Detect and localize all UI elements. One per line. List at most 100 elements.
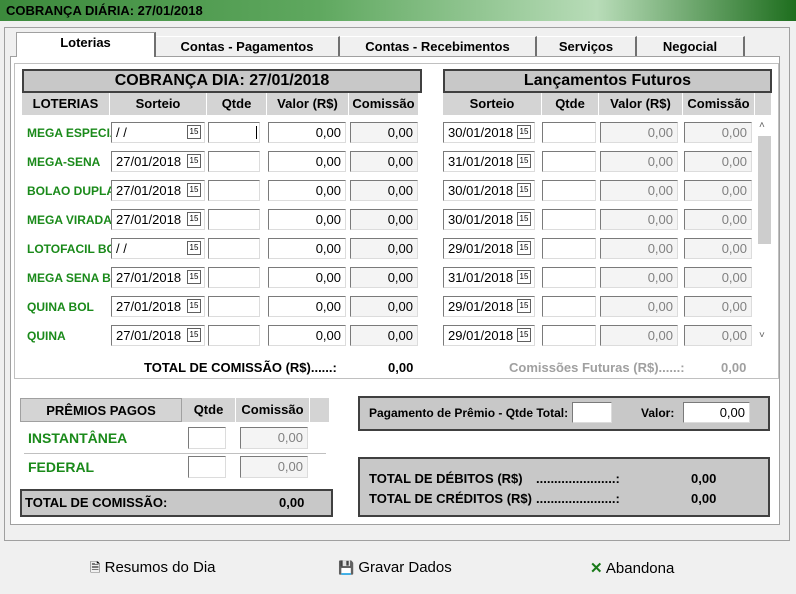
field-value: MEGA SENA BOLAO xyxy=(27,271,111,285)
qtde-input[interactable] xyxy=(208,180,260,201)
valor-input[interactable]: 0,00 xyxy=(268,180,346,201)
sorteio-date-input[interactable]: 27/01/2018 15 xyxy=(111,296,205,317)
valor-input[interactable]: 0,00 xyxy=(268,267,346,288)
comissoes-futuras-value: 0,00 xyxy=(721,360,747,375)
tab-contas-pagamentos[interactable]: Contas - Pagamentos xyxy=(156,36,340,56)
button-label: Gravar Dados xyxy=(358,559,452,576)
premios-header-spacer xyxy=(310,398,330,422)
resumos-do-dia-button[interactable]: 🗎 Resumos do Dia xyxy=(90,559,216,581)
calendar-icon[interactable]: 15 xyxy=(187,154,201,168)
calendar-icon[interactable]: 15 xyxy=(517,212,531,226)
sorteio-date-input[interactable]: 27/01/2018 15 xyxy=(111,151,205,172)
sorteio-date-input[interactable]: / / 15 xyxy=(111,122,205,143)
valor-input[interactable]: 0,00 xyxy=(268,209,346,230)
calendar-icon[interactable]: 15 xyxy=(517,125,531,139)
premio-federal-qtde[interactable] xyxy=(188,456,226,478)
qtde-input[interactable] xyxy=(208,151,260,172)
futuro-sorteio-date-input[interactable]: 30/01/2018 15 xyxy=(443,209,535,230)
qtde-input[interactable] xyxy=(208,122,260,143)
field-value: / / xyxy=(116,125,127,140)
pagamento-valor-input[interactable]: 0,00 xyxy=(683,402,750,423)
futuro-qtde-input[interactable] xyxy=(542,151,596,172)
field-value: 0,00 xyxy=(315,212,341,227)
calendar-icon[interactable]: 15 xyxy=(517,270,531,284)
qtde-input[interactable] xyxy=(208,296,260,317)
futuro-qtde-input[interactable] xyxy=(542,267,596,288)
calendar-icon[interactable]: 15 xyxy=(187,125,201,139)
valor-input[interactable]: 0,00 xyxy=(268,296,346,317)
futuro-qtde-input[interactable] xyxy=(542,209,596,230)
calendar-icon[interactable]: 15 xyxy=(187,299,201,313)
pagamento-qtde-input[interactable] xyxy=(572,402,612,423)
valor-input[interactable]: 0,00 xyxy=(268,151,346,172)
calendar-icon[interactable]: 15 xyxy=(187,241,201,255)
premio-instantanea-label: INSTANTÂNEA xyxy=(28,430,128,446)
vertical-scrollbar[interactable]: ˄ ˅ xyxy=(756,118,772,344)
futuro-valor-field: 0,00 xyxy=(600,267,678,288)
calendar-icon[interactable]: 15 xyxy=(187,328,201,342)
calendar-icon[interactable]: 15 xyxy=(517,241,531,255)
futuro-sorteio-date-input[interactable]: 29/01/2018 15 xyxy=(443,238,535,259)
sorteio-date-input[interactable]: 27/01/2018 15 xyxy=(111,180,205,201)
col-header-valor: Valor (R$) xyxy=(267,93,349,115)
totais-bar: TOTAL DE DÉBITOS (R$) ..................… xyxy=(358,457,770,517)
calendar-icon[interactable]: 15 xyxy=(517,299,531,313)
scroll-down-icon[interactable]: ˅ xyxy=(759,330,765,341)
field-value: 27/01/2018 xyxy=(116,299,182,314)
futuro-comissao-field: 0,00 xyxy=(684,180,752,201)
tab-servicos[interactable]: Serviços xyxy=(537,36,637,56)
sorteio-date-input[interactable]: 27/01/2018 15 xyxy=(111,209,205,230)
futuro-sorteio-date-input[interactable]: 30/01/2018 15 xyxy=(443,180,535,201)
sorteio-date-input[interactable]: 27/01/2018 15 xyxy=(111,267,205,288)
futuro-sorteio-date-input[interactable]: 31/01/2018 15 xyxy=(443,267,535,288)
calendar-icon[interactable]: 15 xyxy=(187,212,201,226)
futuro-sorteio-date-input[interactable]: 29/01/2018 15 xyxy=(443,325,535,346)
premio-instantanea-qtde[interactable] xyxy=(188,427,226,449)
field-value: MEGA-SENA xyxy=(27,155,101,169)
field-value: 29/01/2018 xyxy=(448,299,514,314)
field-value: 29/01/2018 xyxy=(448,241,514,256)
abandona-button[interactable]: ✕ Abandona xyxy=(590,559,674,577)
calendar-icon[interactable]: 15 xyxy=(187,270,201,284)
valor-input[interactable]: 0,00 xyxy=(268,325,346,346)
valor-input[interactable]: 0,00 xyxy=(268,238,346,259)
gravar-dados-button[interactable]: 💾 Gravar Dados xyxy=(338,559,452,576)
calendar-icon[interactable]: 15 xyxy=(517,154,531,168)
qtde-input[interactable] xyxy=(208,267,260,288)
futuro-qtde-input[interactable] xyxy=(542,238,596,259)
futuro-sorteio-date-input[interactable]: 29/01/2018 15 xyxy=(443,296,535,317)
futuro-qtde-input[interactable] xyxy=(542,180,596,201)
calendar-icon[interactable]: 15 xyxy=(517,328,531,342)
futuro-valor-field: 0,00 xyxy=(600,238,678,259)
sorteio-date-input[interactable]: 27/01/2018 15 xyxy=(111,325,205,346)
futuro-sorteio-date-input[interactable]: 30/01/2018 15 xyxy=(443,122,535,143)
qtde-input[interactable] xyxy=(208,238,260,259)
sorteio-date-input[interactable]: / / 15 xyxy=(111,238,205,259)
futuro-qtde-input[interactable] xyxy=(542,296,596,317)
field-value: 0,00 xyxy=(721,212,747,227)
comissao-field: 0,00 xyxy=(350,151,418,172)
qtde-input[interactable] xyxy=(208,325,260,346)
premios-total-label: TOTAL DE COMISSÃO: xyxy=(25,495,168,510)
qtde-input[interactable] xyxy=(208,209,260,230)
calendar-icon[interactable]: 15 xyxy=(517,183,531,197)
loteria-name: LOTOFACIL BOLAO xyxy=(27,241,111,257)
valor-input[interactable]: 0,00 xyxy=(268,122,346,143)
scrollbar-thumb[interactable] xyxy=(758,136,771,244)
field-value: 27/01/2018 xyxy=(116,154,182,169)
tab-negocial[interactable]: Negocial xyxy=(637,36,745,56)
calendar-icon[interactable]: 15 xyxy=(187,183,201,197)
tab-label: Loterias xyxy=(60,35,111,50)
field-value: QUINA BOL xyxy=(27,300,94,314)
tab-loterias[interactable]: Loterias xyxy=(16,32,156,57)
field-value: 0,00 xyxy=(721,328,747,343)
scroll-up-icon[interactable]: ˄ xyxy=(759,120,765,131)
premios-header: PRÊMIOS PAGOS xyxy=(20,398,182,422)
futuro-qtde-input[interactable] xyxy=(542,325,596,346)
futuro-comissao-field: 0,00 xyxy=(684,151,752,172)
futuro-comissao-field: 0,00 xyxy=(684,238,752,259)
futuro-qtde-input[interactable] xyxy=(542,122,596,143)
futuro-sorteio-date-input[interactable]: 31/01/2018 15 xyxy=(443,151,535,172)
tab-contas-recebimentos[interactable]: Contas - Recebimentos xyxy=(340,36,537,56)
loteria-name: MEGA-SENA xyxy=(27,154,111,170)
